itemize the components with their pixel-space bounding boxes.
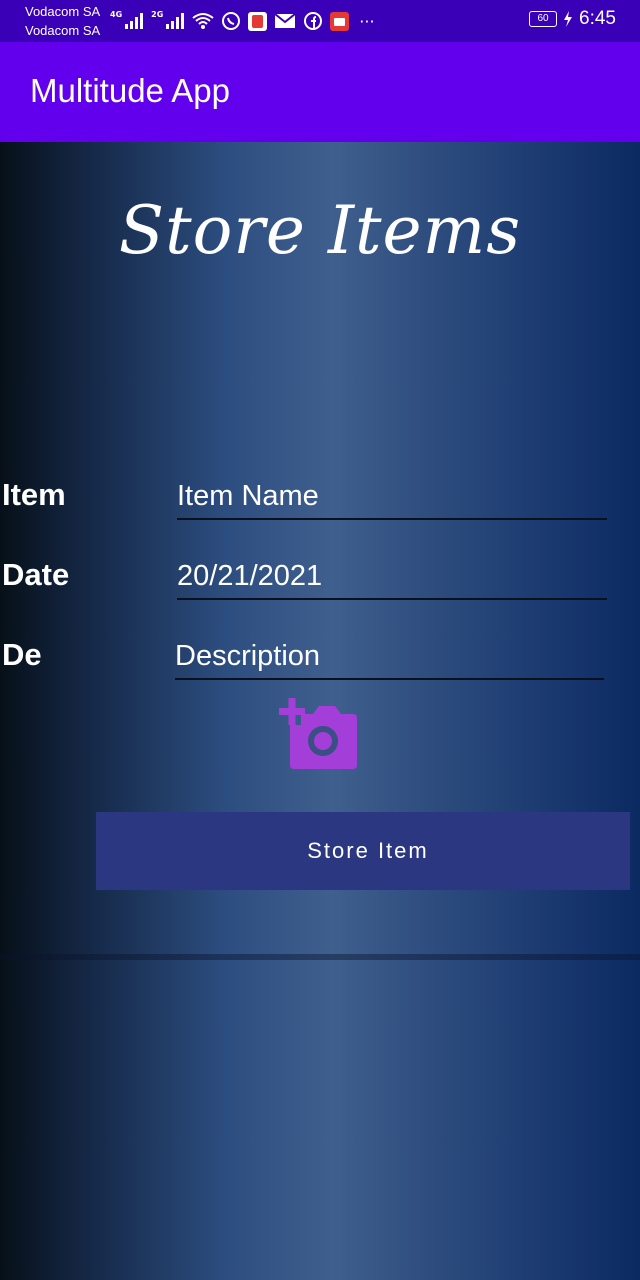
signal-icon bbox=[125, 13, 144, 29]
status-bar: Vodacom SA Vodacom SA 4G 2G ··· 60 6:45 bbox=[0, 0, 640, 42]
network-type-2: 2G bbox=[151, 9, 164, 19]
app-bar: Multitude App bbox=[0, 42, 640, 142]
store-item-button[interactable]: Store Item bbox=[96, 812, 630, 890]
main-content: Store Items Item Item Name Date 20/21/20… bbox=[0, 142, 640, 1280]
carrier-2: Vodacom SA bbox=[25, 23, 101, 38]
date-label: Date bbox=[2, 557, 70, 592]
app-title: Multitude App bbox=[30, 72, 230, 109]
charging-icon bbox=[564, 11, 573, 27]
calendar-icon bbox=[330, 11, 350, 31]
divider bbox=[0, 954, 640, 960]
add-photo-icon[interactable] bbox=[279, 697, 359, 769]
item-label: Item bbox=[2, 477, 66, 512]
description-field[interactable]: Description bbox=[175, 634, 604, 680]
more-notifications-icon: ··· bbox=[359, 11, 375, 31]
app-notification-icon bbox=[248, 11, 268, 31]
item-name-field[interactable]: Item Name bbox=[177, 474, 607, 520]
carrier-1: Vodacom SA bbox=[25, 4, 101, 19]
date-field[interactable]: 20/21/2021 bbox=[177, 554, 607, 600]
page-title: Store Items bbox=[118, 192, 522, 269]
signal-icon bbox=[166, 13, 185, 29]
mail-icon bbox=[274, 13, 296, 28]
status-icons: 4G 2G ··· bbox=[110, 8, 375, 34]
network-type-1: 4G bbox=[110, 9, 123, 19]
battery-icon: 60 bbox=[529, 11, 558, 27]
whatsapp-icon bbox=[222, 12, 241, 30]
facebook-icon bbox=[304, 12, 323, 30]
clock: 6:45 bbox=[579, 8, 616, 29]
description-label: De bbox=[2, 637, 42, 672]
status-right: 60 6:45 bbox=[529, 8, 616, 30]
wifi-icon bbox=[192, 13, 214, 29]
